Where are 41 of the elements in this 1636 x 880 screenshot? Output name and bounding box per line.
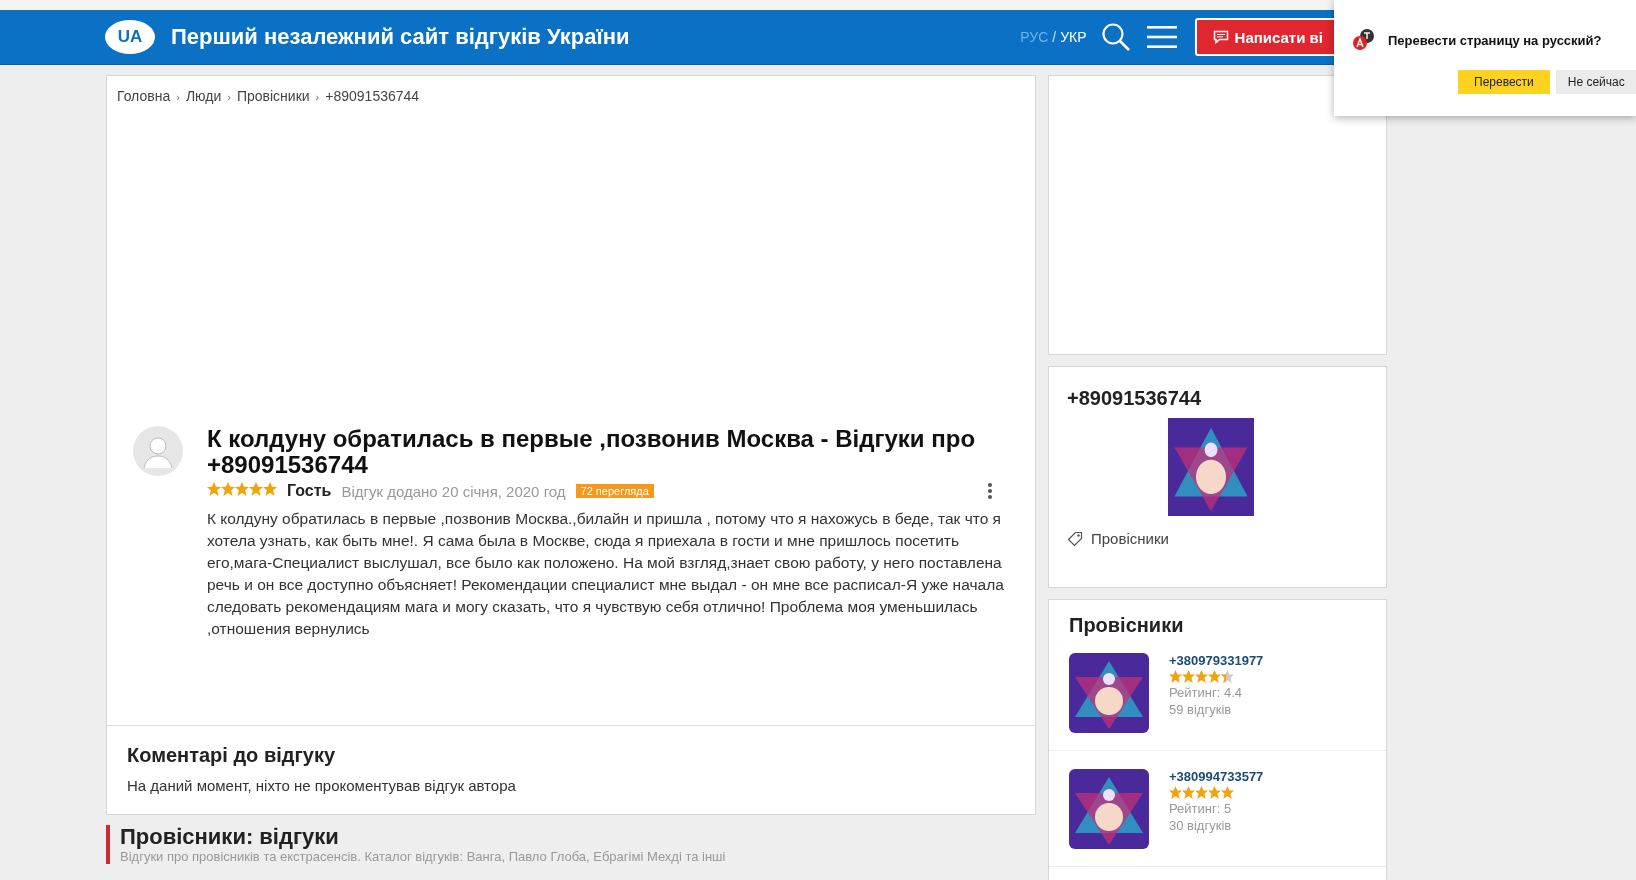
dismiss-button[interactable]: Не сейчас [1555, 70, 1636, 94]
comments-heading: Коментарі до відгуку [127, 744, 336, 767]
more-options-icon[interactable] [987, 482, 993, 500]
rating-text: Рейтинг: 5 [1169, 801, 1233, 816]
breadcrumb-link[interactable]: +89091536744 [325, 88, 420, 104]
triangle-star-drawing[interactable] [1069, 653, 1149, 733]
views-badge: 72 перегляда [575, 484, 654, 498]
breadcrumb-link[interactable]: Люди [185, 88, 222, 104]
menu-icon[interactable] [1146, 25, 1177, 49]
breadcrumb-separator: › [176, 91, 180, 103]
translate-question: Перевести страницу на русский? [1388, 32, 1602, 48]
breadcrumb-link[interactable]: Головна [117, 88, 171, 104]
logo-bubble[interactable]: UA [105, 20, 155, 54]
review-count: 59 відгуків [1169, 702, 1233, 717]
author-name: Гость [287, 482, 332, 500]
language-link[interactable]: УКР [1060, 29, 1087, 45]
review-date: Відгук додано 20 січня, 2020 год [341, 482, 566, 500]
tag-icon [1067, 530, 1083, 547]
review-text: К колдуну обратилась в первые ,позвонив Москва.,билайн и пришла , потому что я нахожусь в беде, так что я хотела узнать, как быть мне!. Я сама была в Москве, сюда я приехала в гости и мне пришлось посетить его,мага-Специалист выслушал, все было как положено. На мой взгляд,знает свою работу, у него поставлена речь и он все доступно объясняет! Рекомендации специалист мне выдал - он мне все расписал-Я уже начала следовать рекомендациям мага и могу сказать, что я чувствую себя отлично! Проблема моя уменьшилась ,отношения вернулись [207, 509, 1005, 639]
avatar-icon [133, 426, 183, 476]
rating-text: Рейтинг: 4.4 [1169, 685, 1244, 700]
related-name-link[interactable]: +380994733577 [1169, 769, 1264, 784]
category-link[interactable]: Провісники [1091, 530, 1169, 547]
breadcrumb-separator: › [315, 91, 320, 103]
category-description: Відгуки про провісників та екстрасенсів. Каталог відгуків: Ванга, Павло Глоба, Ебрагімі Мехді та інші [120, 849, 727, 864]
breadcrumb-link[interactable]: Провісники [236, 88, 310, 104]
translate-icon [1352, 28, 1376, 52]
language-separator: / [1052, 29, 1057, 45]
category-title: Провісники: відгуки [120, 825, 340, 849]
profile-name: +89091536744 [1067, 387, 1203, 410]
search-icon[interactable] [1100, 22, 1131, 52]
comment-icon [1212, 30, 1229, 44]
site-title: Перший незалежний сайт відгуків України [171, 24, 630, 50]
review-count: 30 відгуків [1169, 818, 1233, 833]
no-comments-text: На даний момент, ніхто не прокоментував відгук автора [127, 777, 517, 794]
breadcrumb-separator: › [227, 91, 231, 103]
related-name-link[interactable]: +380979331977 [1169, 653, 1264, 668]
translate-button[interactable]: Перевести [1458, 70, 1550, 94]
review-title: К колдуну обратилась в первые ,позвонив Москва - Відгуки про +89091536744 [207, 426, 977, 478]
triangle-star-drawing[interactable] [1069, 769, 1149, 849]
related-heading: Провісники [1069, 614, 1185, 637]
